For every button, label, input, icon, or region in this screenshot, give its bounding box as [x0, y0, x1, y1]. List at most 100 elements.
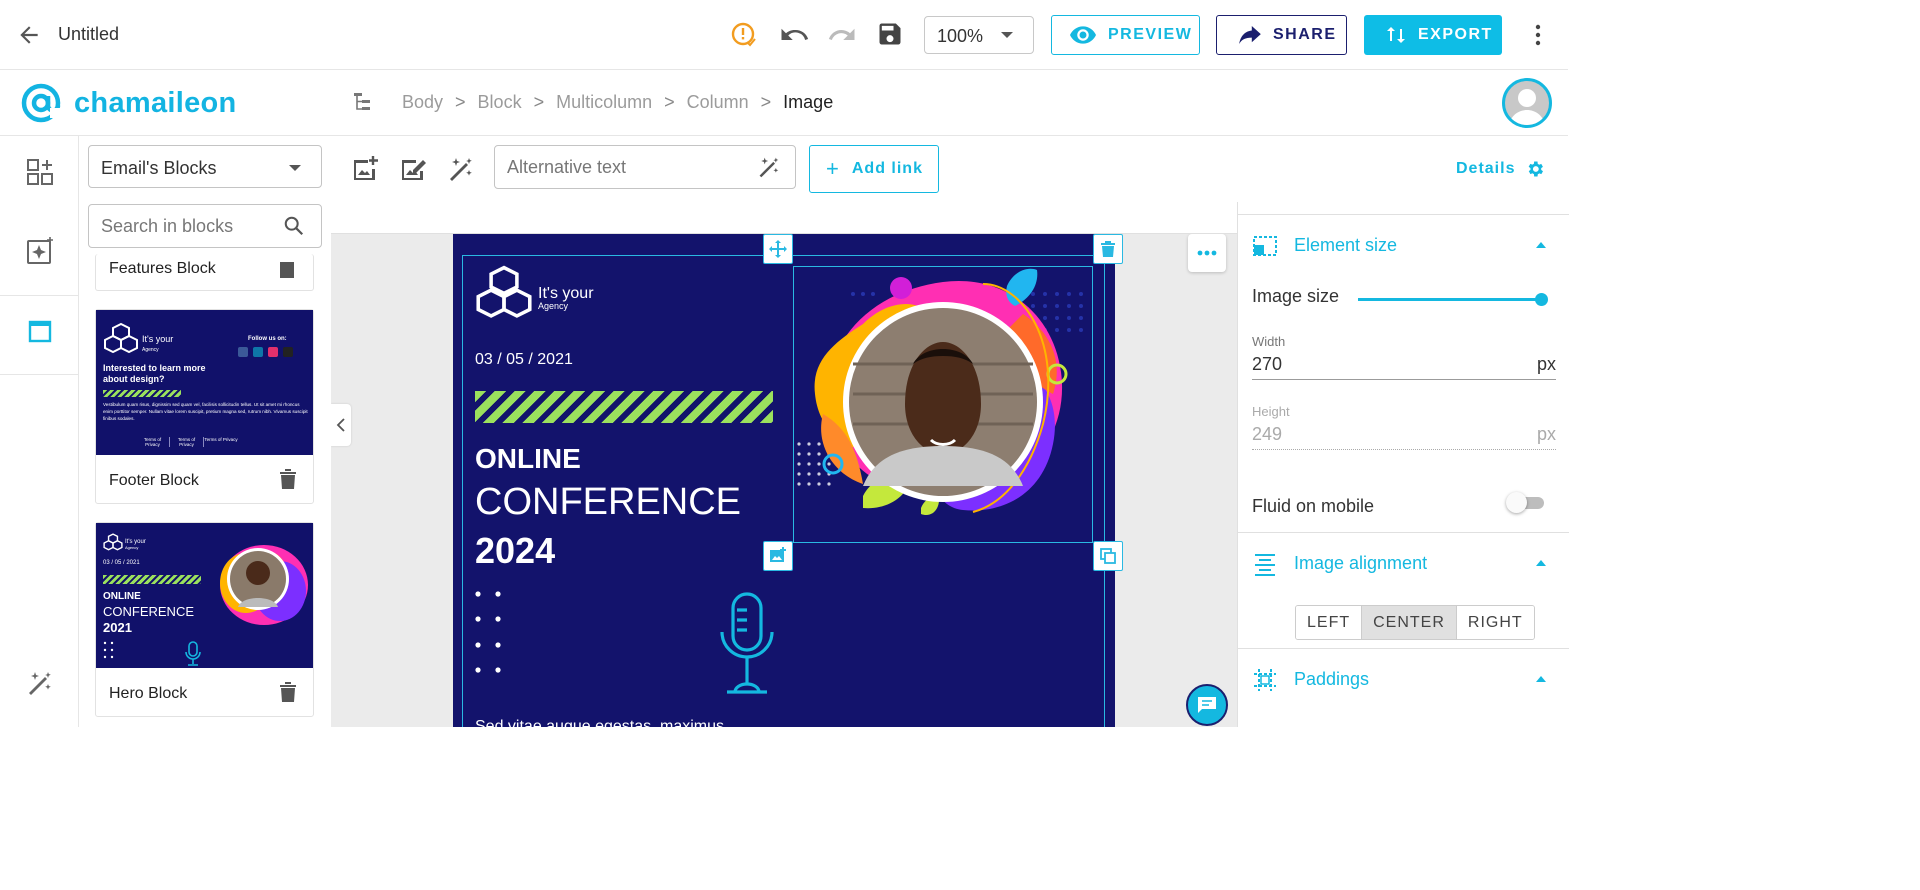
share-button[interactable]: SHARE: [1216, 15, 1347, 55]
height-label: Height: [1252, 404, 1290, 419]
footer-block-thumbnail[interactable]: It's your Agency Follow us on: Interested…: [96, 310, 313, 455]
email-stage: It's your Agency 03 / 05 / 2021 ONLINE CO…: [331, 233, 1237, 727]
width-field[interactable]: Width 270 px: [1252, 334, 1556, 382]
add-image-icon[interactable]: [351, 155, 379, 183]
slider-thumb[interactable]: [1535, 293, 1548, 306]
microphone-icon: [185, 641, 201, 666]
move-handle[interactable]: [763, 234, 793, 264]
magic-wand-icon[interactable]: [447, 155, 475, 183]
collapse-panel-button[interactable]: [331, 404, 351, 446]
redo-icon[interactable]: [827, 20, 857, 50]
layer-tree-icon[interactable]: [352, 90, 376, 114]
breadcrumb-body[interactable]: Body: [402, 92, 443, 113]
add-link-button[interactable]: + Add link: [809, 145, 939, 193]
element-size-section-header[interactable]: Element size: [1238, 221, 1569, 271]
zoom-value: 100%: [937, 26, 984, 46]
warning-status-icon[interactable]: [729, 20, 759, 50]
trash-icon[interactable]: [279, 682, 297, 702]
search-icon[interactable]: [283, 215, 305, 237]
chat-support-button[interactable]: [1186, 684, 1228, 726]
instagram-icon: [268, 347, 278, 357]
image-size-slider[interactable]: [1358, 290, 1548, 310]
align-center-button[interactable]: CENTER: [1362, 606, 1457, 639]
blocks-panel: Email's Blocks Features Block It's yourA…: [79, 136, 331, 727]
breadcrumb-multicolumn[interactable]: Multicolumn: [556, 92, 652, 113]
thumb-body: Vestibulum quam risus, dignissim sed qua…: [103, 402, 308, 421]
copy-icon: [1100, 548, 1116, 564]
blocks-grid-icon[interactable]: [26, 158, 54, 186]
breadcrumb-image[interactable]: Image: [783, 92, 833, 113]
image-alignment-section-header[interactable]: Image alignment: [1238, 539, 1569, 589]
fluid-on-mobile-label: Fluid on mobile: [1252, 496, 1375, 516]
document-title[interactable]: Untitled: [58, 24, 119, 45]
block-card-hero[interactable]: It's your Agency 03 / 05 / 2021 ONLINE CO…: [95, 522, 314, 717]
image-change-handle[interactable]: [763, 541, 793, 571]
hero-block-thumbnail[interactable]: It's your Agency 03 / 05 / 2021 ONLINE CO…: [96, 523, 313, 668]
magic-wand-icon[interactable]: [26, 669, 54, 697]
align-left-button[interactable]: LEFT: [1296, 606, 1363, 639]
thumb-link: Terms of Privacy: [170, 437, 204, 447]
breadcrumb-separator: >: [533, 92, 545, 112]
thumb-hero-graphic: [220, 545, 308, 625]
element-size-icon: [1252, 233, 1278, 259]
field-underline: [1252, 449, 1556, 450]
block-card-footer-bar: Hero Block: [96, 668, 313, 716]
at-sign-logo-icon: [21, 83, 61, 123]
layout-panel-icon[interactable]: [26, 317, 54, 345]
more-vertical-icon[interactable]: [1528, 22, 1548, 48]
edit-image-icon[interactable]: [399, 155, 427, 183]
block-card-footer[interactable]: It's your Agency Follow us on: Interested…: [95, 309, 314, 504]
undo-icon[interactable]: [779, 20, 809, 50]
section-divider: [1238, 532, 1569, 533]
trash-icon[interactable]: [279, 469, 297, 489]
duplicate-handle[interactable]: [1093, 541, 1123, 571]
move-arrows-icon: [769, 240, 787, 258]
export-label: EXPORT: [1418, 26, 1493, 43]
chevron-up-icon: [1536, 242, 1546, 248]
block-category-select[interactable]: Email's Blocks: [88, 145, 322, 188]
breadcrumb-column[interactable]: Column: [687, 92, 749, 113]
align-right-button[interactable]: RIGHT: [1456, 606, 1534, 639]
image-size-label: Image size: [1252, 286, 1340, 306]
zoom-select[interactable]: 100%: [924, 16, 1034, 54]
export-button[interactable]: EXPORT: [1364, 15, 1502, 55]
selection-frame-image: [793, 266, 1093, 543]
details-button[interactable]: Details: [1456, 159, 1545, 179]
plus-icon: +: [826, 156, 840, 181]
top-bar: Untitled 100% PREVIEW SHARE EXPORT: [0, 0, 1568, 70]
gear-icon: [1529, 161, 1544, 177]
thumb-link: Terms of Privacy: [136, 437, 170, 447]
add-link-label: Add link: [851, 160, 923, 177]
more-options-button[interactable]: [1188, 234, 1226, 272]
section-divider: [1238, 648, 1569, 649]
chevron-down-icon: [1001, 32, 1013, 38]
preview-button[interactable]: PREVIEW: [1051, 15, 1200, 55]
chevron-up-icon: [1536, 676, 1546, 682]
ai-content-icon[interactable]: [26, 237, 54, 265]
delete-handle[interactable]: [1093, 234, 1123, 264]
back-arrow-icon[interactable]: [16, 22, 42, 48]
block-card-footer-bar: Footer Block: [96, 455, 313, 503]
slider-track: [1358, 298, 1542, 301]
fluid-on-mobile-toggle[interactable]: [1506, 492, 1546, 514]
breadcrumb-block[interactable]: Block: [478, 92, 522, 113]
alt-text-input[interactable]: [494, 145, 796, 189]
user-silhouette-icon: [1509, 89, 1545, 125]
block-name: Footer Block: [109, 472, 199, 489]
eye-icon: [1070, 26, 1096, 44]
share-label: SHARE: [1273, 26, 1337, 43]
user-avatar[interactable]: [1502, 78, 1552, 128]
thumb-brand: It's your Agency: [125, 539, 146, 550]
brand-logo[interactable]: chamaileon: [20, 82, 237, 124]
x-icon: [283, 347, 293, 357]
magic-wand-icon[interactable]: [757, 155, 781, 179]
preview-label: PREVIEW: [1108, 26, 1193, 43]
properties-panel: Element size Image size Width 270 px Hei…: [1237, 202, 1569, 727]
trash-icon[interactable]: [279, 262, 297, 282]
block-card-features[interactable]: Features Block: [95, 254, 314, 291]
paddings-section-header[interactable]: Paddings: [1238, 655, 1569, 705]
save-icon[interactable]: [876, 20, 906, 50]
paddings-label: Paddings: [1294, 669, 1370, 689]
thumb-link: Terms of Privacy: [204, 437, 238, 442]
height-value: 249: [1252, 424, 1283, 444]
